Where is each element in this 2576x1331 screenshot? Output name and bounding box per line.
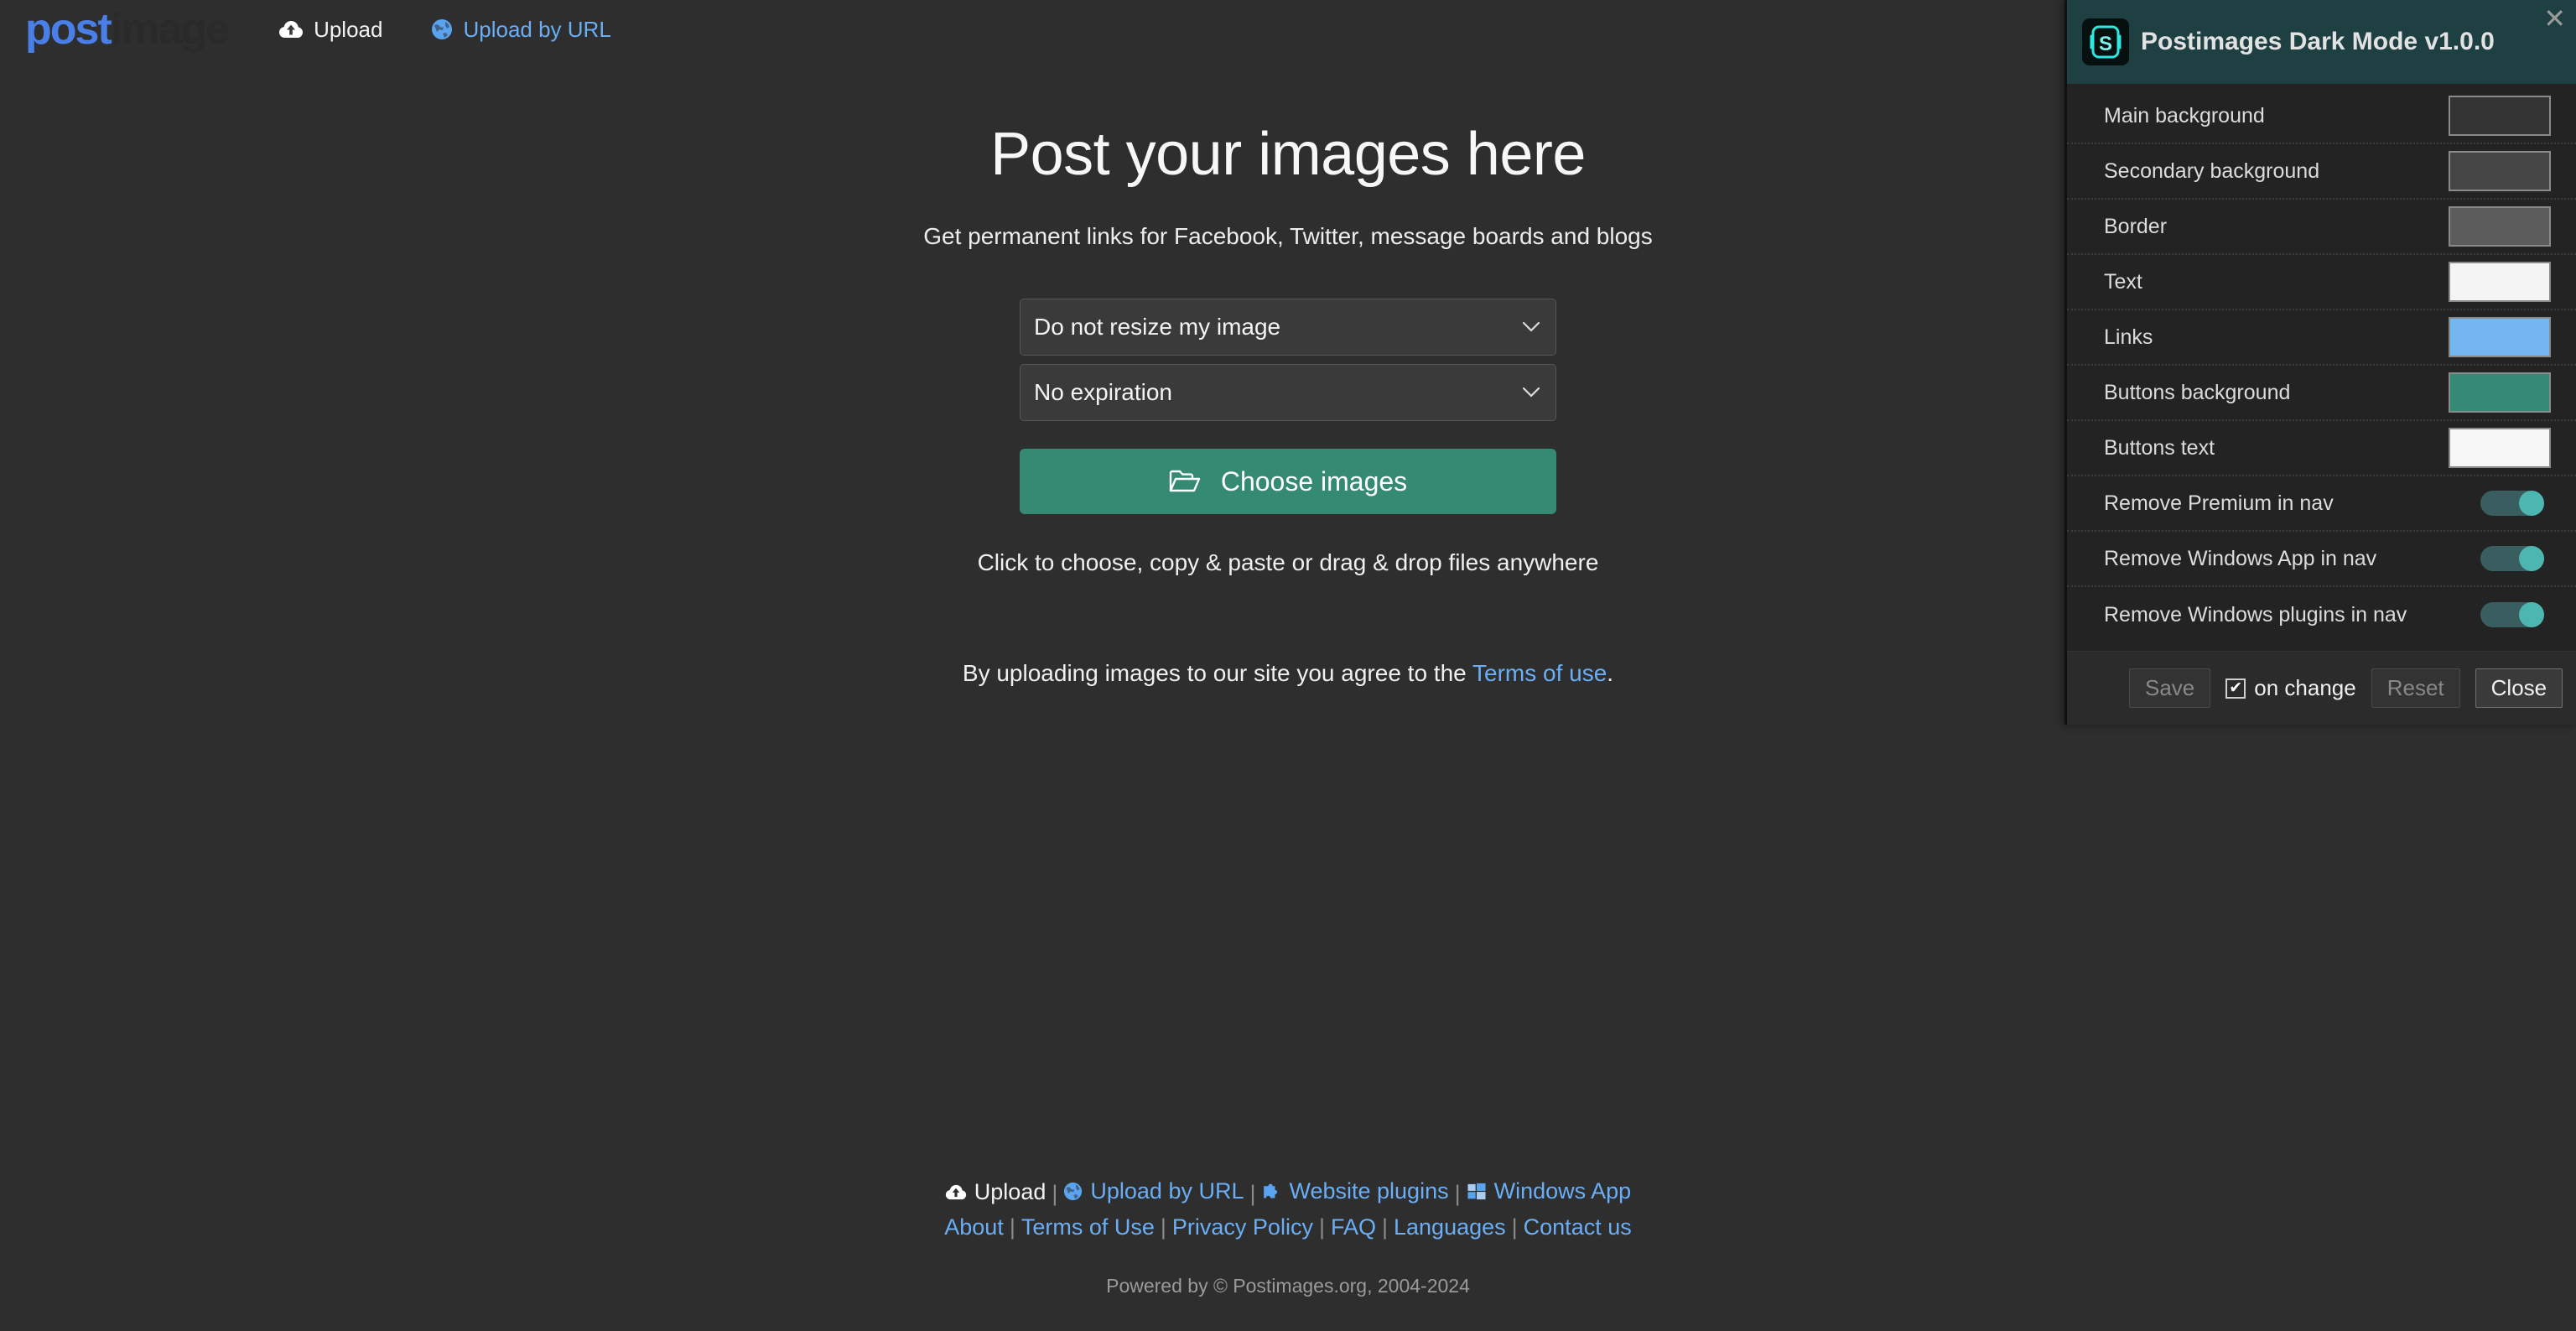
footer-link-faq[interactable]: FAQ (1331, 1214, 1376, 1240)
on-change-label: on change (2254, 675, 2356, 700)
footer-link-windows-app[interactable]: Windows App (1467, 1174, 1632, 1208)
terms-of-use-link[interactable]: Terms of use (1472, 660, 1607, 686)
reset-button[interactable]: Reset (2371, 668, 2460, 708)
toggle-knob (2519, 602, 2544, 627)
footer-link-upload[interactable]: Upload (945, 1175, 1046, 1209)
save-button[interactable]: Save (2129, 668, 2211, 708)
chevron-down-icon (1522, 382, 1540, 403)
footer-link-windows-app-label: Windows App (1493, 1178, 1632, 1204)
setting-row-text: Text (2067, 255, 2576, 310)
setting-row-remove-windows-plugins-in-nav: Remove Windows plugins in nav (2067, 587, 2576, 642)
close-icon[interactable]: ✕ (2543, 5, 2566, 32)
panel-header: S Postimages Dark Mode v1.0.0 ✕ (2067, 0, 2576, 84)
cloud-upload-icon (945, 1183, 967, 1201)
setting-label: Links (2104, 325, 2153, 349)
footer-link-languages[interactable]: Languages (1394, 1214, 1506, 1240)
setting-label: Main background (2104, 103, 2265, 127)
setting-label: Border (2104, 214, 2168, 238)
toggle-remove-windows-app-in-nav[interactable] (2480, 546, 2544, 571)
nav-item-upload-by-url-label: Upload by URL (463, 16, 611, 42)
puzzle-icon (1261, 1182, 1281, 1201)
footer-link-upload-by-url-label: Upload by URL (1090, 1178, 1244, 1204)
footer-separator: | (1009, 1214, 1015, 1240)
stylus-dark-mode-panel: S Postimages Dark Mode v1.0.0 ✕ Main bac… (2064, 0, 2576, 725)
open-folder-icon (1169, 469, 1201, 494)
panel-title: Postimages Dark Mode v1.0.0 (2141, 28, 2495, 55)
choose-images-label: Choose images (1220, 465, 1408, 497)
windows-icon (1467, 1182, 1487, 1201)
footer-primary-links: Upload | Upload by URL | Website plugins… (0, 1174, 2576, 1210)
footer-separator: | (1160, 1214, 1166, 1240)
setting-row-links: Links (2067, 310, 2576, 366)
stylus-logo-icon: S (2082, 18, 2129, 65)
toggle-remove-windows-plugins-in-nav[interactable] (2480, 602, 2544, 627)
panel-settings-list: Main background Secondary background Bor… (2067, 84, 2576, 651)
page-footer: Upload | Upload by URL | Website plugins… (0, 1174, 2576, 1297)
choose-images-button[interactable]: Choose images (1020, 449, 1556, 515)
globe-icon (431, 18, 453, 40)
svg-text:S: S (2099, 33, 2112, 55)
footer-link-upload-label: Upload (974, 1179, 1046, 1204)
terms-suffix: . (1607, 660, 1614, 687)
terms-prefix: By uploading images to our site you agre… (962, 660, 1473, 687)
nav-item-upload-label: Upload (314, 16, 383, 42)
on-change-checkbox-wrapper[interactable]: ✔ on change (2225, 675, 2356, 701)
expiration-select-value: No expiration (1034, 379, 1172, 406)
site-logo[interactable]: postimage (25, 5, 230, 54)
setting-label: Buttons text (2104, 435, 2215, 460)
footer-separator: | (1454, 1180, 1461, 1206)
setting-label: Text (2104, 269, 2142, 294)
footer-separator: | (1511, 1214, 1518, 1240)
expiration-select[interactable]: No expiration (1020, 364, 1556, 422)
setting-row-buttons-text: Buttons text (2067, 421, 2576, 476)
logo-text-image: image (110, 5, 230, 54)
footer-link-about[interactable]: About (944, 1214, 1004, 1240)
cloud-upload-icon (278, 19, 304, 39)
color-swatch-border[interactable] (2449, 206, 2551, 247)
color-swatch-buttons-text[interactable] (2449, 428, 2551, 468)
color-swatch-buttons-background[interactable] (2449, 372, 2551, 413)
globe-icon (1063, 1182, 1083, 1201)
color-swatch-main-background[interactable] (2449, 96, 2551, 136)
close-button[interactable]: Close (2475, 668, 2563, 708)
footer-separator: | (1249, 1180, 1256, 1206)
footer-link-terms-of-use[interactable]: Terms of Use (1021, 1214, 1155, 1240)
setting-row-remove-windows-app-in-nav: Remove Windows App in nav (2067, 532, 2576, 587)
upload-form: Do not resize my image No expiration Cho… (1020, 250, 1556, 515)
panel-footer: Save ✔ on change Reset Close (2067, 651, 2576, 725)
resize-select[interactable]: Do not resize my image (1020, 299, 1556, 356)
footer-separator: | (1318, 1214, 1325, 1240)
color-swatch-links[interactable] (2449, 317, 2551, 357)
resize-select-value: Do not resize my image (1034, 314, 1281, 341)
setting-row-buttons-background: Buttons background (2067, 366, 2576, 421)
color-swatch-secondary-background[interactable] (2449, 151, 2551, 191)
setting-row-main-background: Main background (2067, 89, 2576, 144)
nav-item-upload[interactable]: Upload (278, 17, 382, 43)
footer-secondary-links: About | Terms of Use | Privacy Policy | FAQ | La… (0, 1210, 2576, 1244)
toggle-remove-premium-in-nav[interactable] (2480, 491, 2544, 516)
setting-label: Remove Windows App in nav (2104, 546, 2377, 570)
on-change-checkbox[interactable]: ✔ (2225, 678, 2246, 699)
footer-separator: | (1381, 1214, 1388, 1240)
footer-link-privacy-policy[interactable]: Privacy Policy (1172, 1214, 1313, 1240)
footer-link-website-plugins[interactable]: Website plugins (1261, 1174, 1449, 1208)
footer-separator: | (1052, 1180, 1058, 1206)
chevron-down-icon (1522, 317, 1540, 337)
setting-row-remove-premium-in-nav: Remove Premium in nav (2067, 476, 2576, 532)
copyright-text: Powered by © Postimages.org, 2004-2024 (1106, 1274, 1470, 1297)
toggle-knob (2519, 546, 2544, 571)
setting-label: Buttons background (2104, 380, 2291, 404)
setting-row-secondary-background: Secondary background (2067, 144, 2576, 200)
nav-item-upload-by-url[interactable]: Upload by URL (431, 16, 611, 43)
setting-row-border: Border (2067, 200, 2576, 255)
logo-text-post: post (25, 5, 112, 54)
setting-label: Remove Windows plugins in nav (2104, 602, 2407, 627)
setting-label: Remove Premium in nav (2104, 491, 2334, 515)
color-swatch-text[interactable] (2449, 262, 2551, 302)
setting-label: Secondary background (2104, 159, 2320, 183)
footer-link-upload-by-url[interactable]: Upload by URL (1063, 1174, 1244, 1208)
toggle-knob (2519, 491, 2544, 516)
footer-link-website-plugins-label: Website plugins (1289, 1178, 1449, 1204)
footer-link-contact-us[interactable]: Contact us (1524, 1214, 1632, 1240)
